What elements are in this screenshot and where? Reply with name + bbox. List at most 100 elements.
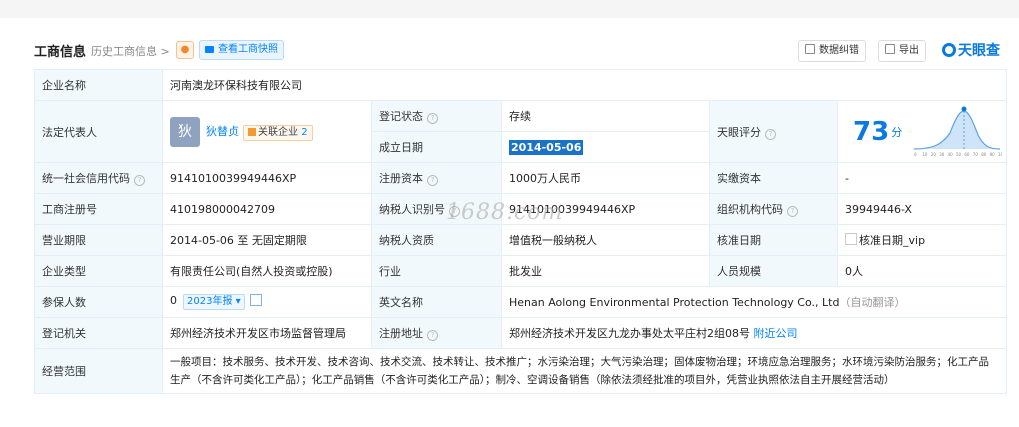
reg-status-label: 登记状态? [371, 100, 502, 132]
insured-cell: 0 2023年报 ▾ [162, 286, 372, 318]
credit-code-value: 9141010039949446XP [162, 162, 372, 194]
staff-size-value: 0人 [836, 255, 1008, 287]
annual-report-tag[interactable]: 2023年报 ▾ [183, 294, 245, 310]
score-unit: 分 [891, 125, 903, 139]
company-name-value: 河南澳龙环保科技有限公司 [161, 69, 1008, 101]
company-type-value: 有限责任公司(自然人投资或控股) [162, 255, 372, 287]
help-icon[interactable]: ? [787, 206, 798, 217]
authority-label: 登记机关 [34, 317, 163, 349]
english-name-value: Henan Aolong Environmental Protection Te… [509, 296, 840, 309]
credit-code-label-text: 统一社会信用代码 [42, 172, 130, 185]
camera-icon [205, 46, 214, 53]
related-label: 关联企业 [258, 126, 298, 138]
insured-value: 0 [170, 294, 177, 307]
annual-report-label: 2023年报 [187, 296, 233, 307]
help-icon[interactable]: ? [427, 175, 438, 186]
trend-chart-icon[interactable] [249, 294, 262, 306]
history-link[interactable]: 历史工商信息 > [91, 43, 170, 59]
score-axis-tick: 60 [964, 152, 970, 157]
correction-label: 数据纠错 [819, 45, 859, 56]
table-row: 经营范围 一般项目：技术服务、技术开发、技术咨询、技术交流、技术转让、技术推广；… [34, 348, 1008, 394]
establish-date-label: 成立日期 [371, 131, 502, 163]
reg-capital-label-text: 注册资本 [379, 172, 423, 185]
reg-status-label-text: 登记状态 [379, 110, 423, 123]
score-axis-tick: 20 [930, 152, 936, 157]
score-axis-tick: 50 [956, 152, 962, 157]
company-icon [248, 127, 256, 136]
score-axis-tick: 100 [998, 152, 1002, 157]
taxpayer-type-value: 增值税一般纳税人 [501, 224, 710, 256]
org-code-label-text: 组织机构代码 [717, 203, 783, 216]
reg-number-label: 工商注册号 [34, 193, 163, 225]
english-name-label: 英文名称 [371, 286, 502, 318]
score-axis-tick: 30 [939, 152, 945, 157]
approval-date-cell: 核准日期_vip [836, 224, 1008, 256]
legal-rep-label: 法定代表人 [34, 100, 163, 163]
auto-translate-note: （自动翻译） [839, 296, 906, 309]
score-axis-tick: 70 [972, 152, 978, 157]
score-axis-tick: 0 [914, 152, 917, 157]
business-term-label: 营业期限 [34, 224, 163, 256]
help-icon[interactable]: ? [134, 175, 145, 186]
paid-capital-value: - [836, 162, 1008, 194]
snapshot-button[interactable]: 查看工商快照 [199, 40, 284, 60]
address-label: 注册地址? [371, 317, 502, 349]
bell-icon[interactable]: ● [176, 41, 194, 59]
company-type-label: 企业类型 [34, 255, 163, 287]
legal-rep-name[interactable]: 狄替贞 [206, 125, 239, 138]
help-icon[interactable]: ? [765, 128, 776, 140]
section-header: 工商信息 历史工商信息 > ● 查看工商快照 数据纠错 导出 天眼查 [34, 40, 1006, 62]
avatar[interactable]: 狄 [170, 116, 200, 147]
business-term-value: 2014-05-06 至 无固定期限 [162, 224, 372, 256]
table-row: 参保人数 0 2023年报 ▾ 英文名称 Henan Aolong Environ… [34, 286, 1008, 318]
english-name-cell: Henan Aolong Environmental Protection Te… [500, 286, 1008, 318]
score-axis-tick: 80 [981, 152, 987, 157]
score-axis-tick: 10 [922, 152, 928, 157]
correction-button[interactable]: 数据纠错 [798, 40, 866, 62]
business-info-table: 企业名称 河南澳龙环保科技有限公司 法定代表人 狄狄替贞 关联企业 2 登记状态?… [34, 69, 1008, 394]
help-icon[interactable]: ? [427, 113, 438, 124]
reg-status-value: 存续 [501, 100, 710, 132]
paid-capital-label: 实缴资本 [709, 162, 838, 194]
table-row: 企业类型 有限责任公司(自然人投资或控股) 行业 批发业 人员规模 0人 [34, 255, 1008, 287]
authority-value: 郑州经济技术开发区市场监督管理局 [162, 317, 372, 349]
reg-capital-label: 注册资本? [371, 162, 502, 194]
insured-label: 参保人数 [34, 286, 163, 318]
scope-value: 一般项目：技术服务、技术开发、技术咨询、技术交流、技术转让、技术推广；水污染治理… [161, 348, 1008, 394]
export-button[interactable]: 导出 [878, 40, 926, 62]
approval-date-label: 核准日期 [709, 224, 838, 256]
reg-capital-value: 1000万人民币 [501, 162, 710, 194]
snapshot-label: 查看工商快照 [218, 44, 278, 55]
org-code-value: 39949446-X [836, 193, 1008, 225]
tianyancha-logo[interactable]: 天眼查 [942, 40, 1000, 60]
watermark: 1688.com [446, 200, 564, 225]
related-company-tag[interactable]: 关联企业 2 [243, 124, 313, 141]
table-row: 法定代表人 狄狄替贞 关联企业 2 登记状态? 存续 天眼评分? 73 分 0 10 2… [34, 100, 1008, 163]
establish-date-cell: 2014-05-06 [501, 131, 710, 163]
table-row: 统一社会信用代码? 9141010039949446XP 注册资本? 1000万… [34, 162, 1008, 194]
score-axis-tick: 40 [947, 152, 953, 157]
broken-image-icon [845, 233, 857, 245]
edit-icon [805, 44, 815, 54]
industry-value: 批发业 [501, 255, 710, 287]
export-label: 导出 [899, 45, 919, 56]
related-count: 2 [301, 126, 308, 138]
logo-text: 天眼查 [958, 43, 1000, 59]
table-row: 登记机关 郑州经济技术开发区市场监督管理局 注册地址? 郑州经济技术开发区九龙办… [34, 317, 1008, 349]
approval-date-value: 核准日期_vip [859, 234, 926, 247]
reg-number-value: 410198000042709 [162, 193, 372, 225]
address-cell: 郑州经济技术开发区九龙办事处太平庄村2组08号 附近公司 [500, 317, 1008, 349]
nearby-companies-link[interactable]: 附近公司 [754, 327, 798, 340]
address-value: 郑州经济技术开发区九龙办事处太平庄村2组08号 [509, 327, 750, 340]
help-icon[interactable]: ? [427, 330, 438, 341]
scope-label: 经营范围 [34, 348, 163, 394]
score-label-text: 天眼评分 [717, 125, 761, 139]
taxpayer-type-label: 纳税人资质 [371, 224, 502, 256]
export-icon [885, 44, 895, 54]
score-cell[interactable]: 73分 0 102030405060708090100 [836, 100, 1008, 163]
score-axis: 0 102030405060708090100 [914, 152, 1006, 157]
staff-size-label: 人员规模 [709, 255, 838, 287]
industry-label: 行业 [371, 255, 502, 287]
logo-icon [942, 43, 956, 57]
credit-code-label: 统一社会信用代码? [34, 162, 163, 194]
